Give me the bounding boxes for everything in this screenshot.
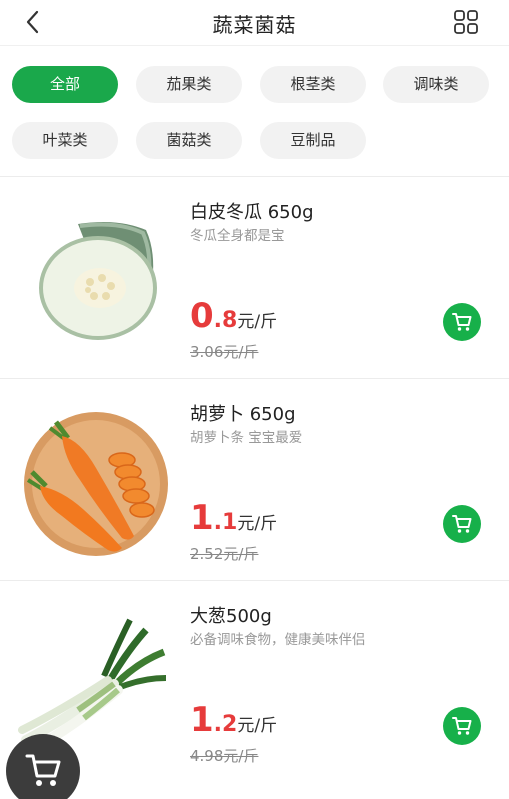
floating-cart-button[interactable] — [6, 734, 80, 799]
tag-all[interactable]: 全部 — [12, 66, 118, 103]
price-integer: 0 — [190, 296, 214, 336]
divider — [0, 378, 509, 379]
product-description: 胡萝卜条 宝宝最爱 — [190, 430, 303, 446]
price-unit: 元/斤 — [237, 514, 278, 534]
tag-leafy[interactable]: 叶菜类 — [12, 122, 118, 159]
page-title: 蔬菜菌菇 — [212, 13, 297, 37]
product-name: 白皮冬瓜 650g — [190, 202, 314, 223]
product-description: 冬瓜全身都是宝 — [190, 228, 285, 244]
tag-mushroom[interactable]: 菌菇类 — [136, 122, 242, 159]
divider — [0, 580, 509, 581]
shopping-cart-icon — [25, 754, 61, 786]
tag-seasoning[interactable]: 调味类 — [383, 66, 489, 103]
top-bar: 蔬菜菌菇 — [0, 0, 509, 46]
cart-icon — [452, 313, 472, 331]
tag-solanaceous[interactable]: 茄果类 — [136, 66, 242, 103]
category-menu-button[interactable] — [453, 9, 479, 35]
product-price: 1.1元/斤 — [190, 498, 277, 538]
product-item[interactable]: 胡萝卜 650g 胡萝卜条 宝宝最爱 1.1元/斤 2.52元/斤 — [0, 380, 509, 580]
price-integer: 1 — [190, 700, 214, 740]
price-decimal: .8 — [213, 308, 238, 333]
divider — [0, 176, 509, 177]
price-decimal: .2 — [213, 712, 238, 737]
price-unit: 元/斤 — [237, 716, 278, 736]
cart-icon — [452, 717, 472, 735]
price-unit: 元/斤 — [237, 312, 278, 332]
tag-soy[interactable]: 豆制品 — [260, 122, 366, 159]
price-integer: 1 — [190, 498, 214, 538]
grid-icon — [454, 10, 478, 34]
carrot-image — [18, 398, 168, 558]
product-item[interactable]: 白皮冬瓜 650g 冬瓜全身都是宝 0.8元/斤 3.06元/斤 — [0, 178, 509, 378]
original-price: 3.06元/斤 — [190, 343, 259, 361]
product-price: 1.2元/斤 — [190, 700, 277, 740]
product-item[interactable]: 大葱500g 必备调味食物，健康美味伴侣 1.2元/斤 4.98元/斤 — [0, 582, 509, 782]
add-to-cart-button[interactable] — [443, 707, 481, 745]
product-price: 0.8元/斤 — [190, 296, 277, 336]
add-to-cart-button[interactable] — [443, 303, 481, 341]
category-tags: 全部 茄果类 根茎类 调味类 叶菜类 菌菇类 豆制品 — [0, 56, 509, 176]
tag-root[interactable]: 根茎类 — [260, 66, 366, 103]
cart-icon — [452, 515, 472, 533]
product-description: 必备调味食物，健康美味伴侣 — [190, 632, 366, 648]
winter-melon-image — [18, 196, 168, 356]
product-name: 大葱500g — [190, 606, 272, 627]
add-to-cart-button[interactable] — [443, 505, 481, 543]
product-name: 胡萝卜 650g — [190, 404, 296, 425]
price-decimal: .1 — [213, 510, 238, 535]
original-price: 2.52元/斤 — [190, 545, 259, 563]
original-price: 4.98元/斤 — [190, 747, 259, 765]
